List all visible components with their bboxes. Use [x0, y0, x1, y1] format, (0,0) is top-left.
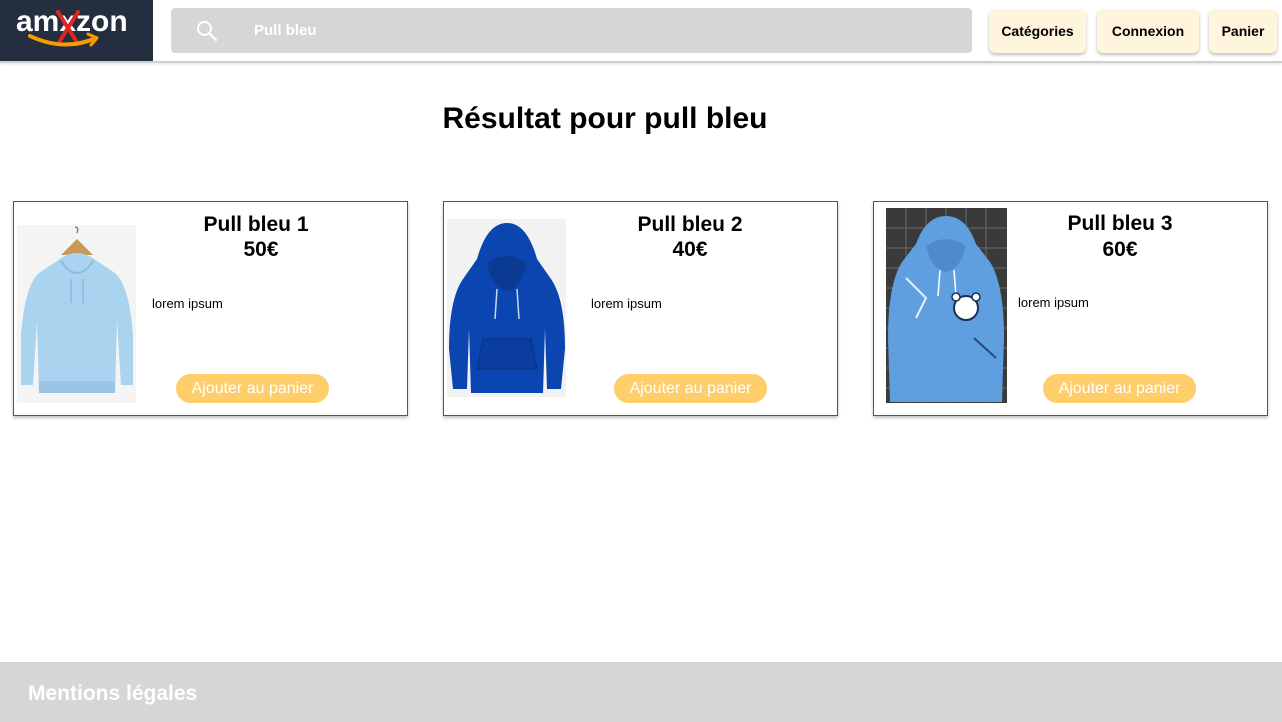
product-image[interactable] — [886, 208, 1007, 403]
product-card[interactable]: Pull bleu 3 60€ lorem ipsum Ajouter au p… — [873, 201, 1268, 416]
login-button[interactable]: Connexion — [1097, 9, 1199, 53]
product-description: lorem ipsum — [1018, 295, 1089, 310]
product-name[interactable]: Pull bleu 1 — [156, 213, 356, 237]
top-header: amxzon Pull bleu Catégories Connexion Pa… — [0, 0, 1282, 63]
product-name[interactable]: Pull bleu 3 — [1020, 212, 1220, 236]
search-input[interactable]: Pull bleu — [254, 22, 317, 39]
add-to-cart-button[interactable]: Ajouter au panier — [614, 374, 767, 403]
product-price: 60€ — [1102, 238, 1138, 261]
footer: Mentions légales — [0, 662, 1282, 722]
product-price: 40€ — [672, 238, 708, 261]
product-card[interactable]: Pull bleu 1 50€ lorem ipsum Ajouter au p… — [13, 201, 408, 416]
legal-notice-link[interactable]: Mentions légales — [28, 682, 197, 706]
product-price: 50€ — [243, 238, 279, 261]
product-description: lorem ipsum — [591, 296, 662, 311]
page-title: Résultat pour pull bleu — [442, 102, 768, 135]
product-name[interactable]: Pull bleu 2 — [590, 213, 790, 237]
product-description: lorem ipsum — [152, 296, 223, 311]
product-image[interactable] — [17, 225, 136, 403]
product-card[interactable]: Pull bleu 2 40€ lorem ipsum Ajouter au p… — [443, 201, 838, 416]
categories-button[interactable]: Catégories — [989, 9, 1086, 53]
product-image[interactable] — [447, 219, 566, 397]
add-to-cart-button[interactable]: Ajouter au panier — [176, 374, 329, 403]
search-icon[interactable] — [196, 20, 218, 42]
search-bar[interactable]: Pull bleu — [171, 8, 972, 53]
add-to-cart-button[interactable]: Ajouter au panier — [1043, 374, 1196, 403]
cart-button[interactable]: Panier — [1209, 9, 1277, 53]
logo[interactable]: amxzon — [0, 0, 153, 61]
amazon-smile-icon — [28, 32, 99, 47]
